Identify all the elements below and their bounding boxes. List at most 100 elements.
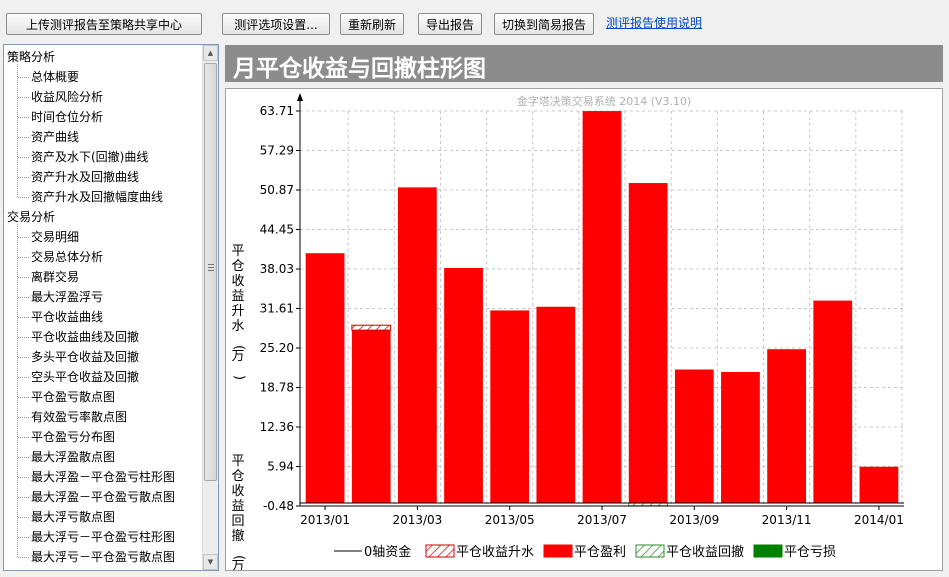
scroll-down-arrow-icon[interactable]: ▼	[203, 554, 218, 570]
legend-label: 平仓收益升水	[456, 545, 534, 560]
tree-item[interactable]: 总体概要	[31, 68, 79, 85]
legend-swatch	[753, 544, 783, 558]
x-tick-label: 2013/01	[300, 513, 350, 527]
tree-item[interactable]: 最大浮盈－平仓盈亏柱形图	[31, 468, 175, 485]
profit-bar	[305, 253, 345, 504]
sidebar-tree[interactable]: 策略分析总体概要收益风险分析 时间仓位分析 资产曲线资产及水下(回撤)曲线 资产升水及…	[3, 44, 219, 571]
profit-bar	[813, 300, 853, 504]
tree-connector	[18, 117, 29, 118]
y-tick-label: 18.78	[260, 380, 294, 394]
tree-connector	[18, 457, 29, 458]
help-link[interactable]: 测评报告使用说明	[606, 14, 702, 31]
y-tick-label: 63.71	[260, 104, 294, 118]
legend-swatch	[425, 544, 455, 558]
switch-simple-report-button[interactable]: 切换到简易报告	[494, 13, 594, 35]
profit-bar	[536, 306, 576, 504]
tree-connector	[18, 157, 29, 158]
tree-connector	[18, 517, 29, 518]
x-tick-label: 2013/07	[577, 513, 627, 527]
refresh-button[interactable]: 重新刷新	[340, 13, 404, 35]
profit-bar	[490, 310, 530, 504]
tree-item[interactable]: 有效盈亏率散点图	[31, 408, 127, 425]
tree-item[interactable]: 平仓收益曲线及回撤	[31, 328, 139, 345]
tree-item[interactable]: 平仓收益曲线	[31, 308, 103, 325]
tree-connector	[18, 237, 29, 238]
tree-connector	[18, 337, 29, 338]
tree-item[interactable]: 资产及水下(回撤)曲线	[31, 148, 148, 165]
legend-label: 平仓收益回撤	[666, 544, 744, 560]
tree-item[interactable]: 最大浮盈－平仓盈亏散点图	[31, 488, 175, 505]
tree-connector	[18, 277, 29, 278]
tree-item[interactable]: 平仓盈亏散点图	[31, 388, 115, 405]
y-axis-label-bottom: 平仓收益回撤(万)	[231, 454, 246, 570]
tree-item[interactable]: 最大浮盈浮亏	[31, 288, 103, 305]
tree-connector	[18, 417, 29, 418]
chart-panel: 63.71 57.29 50.87 44.45 38.03 31.61 25.20 18.78…	[225, 88, 943, 571]
tree-connector	[18, 377, 29, 378]
tree-connector	[17, 224, 18, 557]
y-tick-label: 25.20	[260, 341, 294, 355]
x-tick-label: 2014/01	[854, 513, 904, 527]
legend-swatch	[543, 544, 573, 558]
tree-item[interactable]: 最大浮亏散点图	[31, 508, 115, 525]
tree-group-1[interactable]: 交易分析	[7, 208, 55, 225]
tree-connector	[18, 77, 29, 78]
y-tick-label: 5.94	[267, 459, 294, 473]
profit-bar	[674, 369, 714, 504]
tree-item[interactable]: 最大浮盈散点图	[31, 448, 115, 465]
tree-item[interactable]: 空头平仓收益及回撤	[31, 368, 139, 385]
x-tick-label: 2013/11	[762, 513, 812, 527]
tree-item[interactable]: 最大浮亏－平仓盈亏散点图	[31, 548, 175, 565]
tree-item[interactable]: 资产升水及回撤曲线	[31, 168, 139, 185]
tree-group-0[interactable]: 策略分析	[7, 48, 55, 65]
tree-item[interactable]: 交易总体分析	[31, 248, 103, 265]
y-tick-label: 38.03	[260, 262, 294, 276]
tree-connector	[18, 537, 29, 538]
y-tick-label: 31.61	[260, 302, 294, 316]
settings-button[interactable]: 测评选项设置...	[222, 13, 330, 35]
tree-connector	[18, 477, 29, 478]
x-tick-label: 2013/05	[485, 513, 535, 527]
upload-report-button[interactable]: 上传测评报告至策略共享中心	[6, 13, 202, 35]
tree-connector	[18, 97, 29, 98]
y-tick-label: -0.48	[263, 499, 294, 513]
tree-connector	[18, 197, 29, 198]
y-axis-arrow-icon	[297, 93, 303, 101]
legend-swatch	[635, 544, 665, 558]
legend-label: 平仓亏损	[784, 545, 836, 560]
tree-item[interactable]: 离群交易	[31, 268, 79, 285]
tree-connector	[18, 437, 29, 438]
profit-bar	[444, 267, 483, 504]
profit-bar	[628, 183, 668, 504]
profit-bar	[721, 371, 760, 504]
sidebar-scrollbar[interactable]: ▲ ▼	[202, 45, 218, 570]
tree-item[interactable]: 资产曲线	[31, 128, 79, 145]
tree-connector	[18, 177, 29, 178]
tree-item[interactable]: 平仓盈亏分布图	[31, 428, 115, 445]
tree-item[interactable]: 多头平仓收益及回撤	[31, 348, 139, 365]
export-report-button[interactable]: 导出报告	[418, 13, 482, 35]
tree-connector	[18, 317, 29, 318]
y-axis-label-top: 平仓收益升水(万)	[231, 244, 246, 380]
tree-connector	[18, 357, 29, 358]
tree-item[interactable]: 收益风险分析	[31, 88, 103, 105]
legend-label: 平仓盈利	[574, 545, 626, 560]
tree-connector	[18, 497, 29, 498]
y-tick-label: 50.87	[260, 183, 294, 197]
profit-bar	[859, 466, 899, 504]
tree-connector	[18, 397, 29, 398]
tree-connector	[18, 297, 29, 298]
tree-item[interactable]: 最大浮亏－平仓盈亏柱形图	[31, 528, 175, 545]
y-tick-label: 57.29	[260, 144, 294, 158]
tree-item[interactable]: 资产升水及回撤幅度曲线	[31, 188, 163, 205]
profit-bar	[767, 349, 806, 504]
rise-hatch-bar	[351, 324, 392, 331]
tree-item[interactable]: 时间仓位分析	[31, 108, 103, 125]
grip-icon	[208, 264, 214, 271]
profit-bar	[582, 111, 622, 504]
scroll-up-arrow-icon[interactable]: ▲	[203, 45, 218, 61]
scrollbar-thumb[interactable]	[204, 63, 217, 481]
tree-item[interactable]: 交易明细	[31, 228, 79, 245]
tree-connector	[18, 257, 29, 258]
page-title: 月平仓收益与回撤柱形图	[233, 55, 486, 82]
